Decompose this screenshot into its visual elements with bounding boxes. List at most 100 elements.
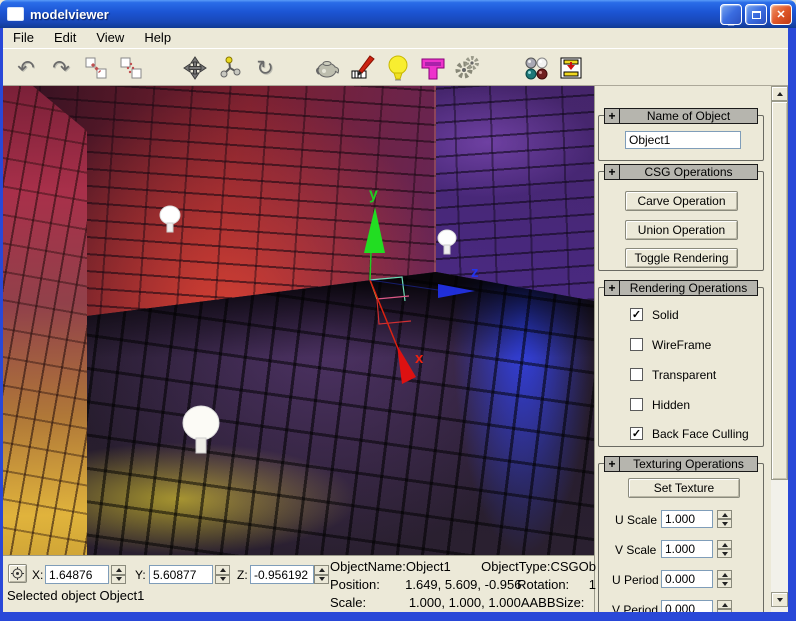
- z-coord-input[interactable]: [250, 565, 314, 584]
- expander-button[interactable]: +: [605, 457, 620, 471]
- light-marker-icon[interactable]: [157, 204, 183, 238]
- spin-down-button[interactable]: [717, 519, 732, 528]
- close-button[interactable]: ✕: [770, 4, 792, 25]
- spin-down-button[interactable]: [111, 575, 126, 585]
- spin-down-button[interactable]: [314, 575, 329, 585]
- checkbox-wireframe[interactable]: ✓: [630, 338, 643, 351]
- x-coord-spinner: [111, 565, 126, 584]
- selection-status-text: Selected object Object1: [7, 588, 144, 603]
- checkbox-transparent[interactable]: ✓: [630, 368, 643, 381]
- gears-button[interactable]: [453, 53, 483, 83]
- checkbox-label: WireFrame: [652, 338, 711, 352]
- paintbrush-button[interactable]: [348, 53, 378, 83]
- section-header: + Texturing Operations: [604, 456, 758, 472]
- texture-tool-button[interactable]: [418, 53, 448, 83]
- expander-button[interactable]: +: [605, 109, 620, 123]
- section-title: CSG Operations: [620, 165, 757, 179]
- redo-button[interactable]: ↷: [46, 53, 76, 83]
- section-title: Rendering Operations: [620, 281, 757, 295]
- spin-up-button[interactable]: [314, 565, 329, 575]
- panel-scrollbar[interactable]: [771, 86, 788, 612]
- section-name-of-object: + Name of Object: [598, 115, 764, 161]
- undo-button[interactable]: ↶: [11, 53, 41, 83]
- app-window: modelviewer _ ✕ File Edit View Help ↶ ↷: [0, 0, 796, 621]
- render-target-button[interactable]: [556, 53, 586, 83]
- checkbox-solid[interactable]: ✓: [630, 308, 643, 321]
- checkbox-label: Solid: [652, 308, 679, 322]
- scrollbar-thumb[interactable]: [771, 101, 788, 480]
- toggle-rendering-button[interactable]: Toggle Rendering: [625, 248, 738, 268]
- x-coord-input[interactable]: [45, 565, 109, 584]
- x-coord-label: X:: [32, 568, 43, 582]
- u-scale-input[interactable]: [661, 510, 713, 528]
- union-operation-button[interactable]: Union Operation: [625, 220, 738, 240]
- object-name-input[interactable]: [625, 131, 741, 149]
- expander-button[interactable]: +: [605, 281, 620, 295]
- toolbar: ↶ ↷: [3, 48, 793, 86]
- y-coord-label: Y:: [135, 568, 146, 582]
- spin-up-button[interactable]: [717, 600, 732, 609]
- rotate-icon: ↻: [256, 58, 274, 79]
- checkbox-label: Hidden: [652, 398, 690, 412]
- unlink-button[interactable]: [116, 53, 146, 83]
- spin-up-button[interactable]: [111, 565, 126, 575]
- v-period-input[interactable]: [661, 600, 713, 612]
- axis-node-button[interactable]: [215, 53, 245, 83]
- y-coord-input[interactable]: [149, 565, 213, 584]
- v-scale-spinner: [717, 540, 732, 558]
- y-coord-spinner: [215, 565, 230, 584]
- light-marker-icon[interactable]: [179, 404, 223, 460]
- link-button[interactable]: [81, 53, 111, 83]
- u-period-input[interactable]: [661, 570, 713, 588]
- app-icon: [7, 7, 24, 21]
- z-axis-arrow: [438, 284, 475, 298]
- z-axis-label: z: [471, 264, 479, 281]
- info-value: Object1: [406, 558, 481, 576]
- properties-panel: + Name of Object + CSG Operations Carve …: [594, 86, 770, 612]
- spin-up-button[interactable]: [215, 565, 230, 575]
- move-button[interactable]: [180, 53, 210, 83]
- scroll-down-button[interactable]: [771, 592, 788, 607]
- snap-origin-button[interactable]: [8, 564, 27, 583]
- spin-up-button[interactable]: [717, 510, 732, 519]
- scroll-up-button[interactable]: [771, 86, 788, 101]
- section-header: + Rendering Operations: [604, 280, 758, 296]
- expander-button[interactable]: +: [605, 165, 620, 179]
- x-axis-arrow: [397, 345, 416, 384]
- info-value: 1.649, 5.609, -0.956: [405, 576, 517, 594]
- spin-down-button[interactable]: [717, 549, 732, 558]
- titlebar[interactable]: modelviewer _ ✕: [0, 0, 796, 28]
- spin-down-button[interactable]: [215, 575, 230, 585]
- axis-node-icon: [218, 56, 242, 80]
- minimize-button[interactable]: _: [720, 4, 742, 25]
- material-balls-button[interactable]: [521, 53, 551, 83]
- v-scale-input[interactable]: [661, 540, 713, 558]
- checkbox-hidden[interactable]: ✓: [630, 398, 643, 411]
- section-csg-operations: + CSG Operations Carve Operation Union O…: [598, 171, 764, 271]
- maximize-button[interactable]: [745, 4, 767, 25]
- menu-file[interactable]: File: [3, 28, 44, 48]
- spin-up-button[interactable]: [717, 570, 732, 579]
- carve-operation-button[interactable]: Carve Operation: [625, 191, 738, 211]
- menu-help[interactable]: Help: [134, 28, 181, 48]
- menu-edit[interactable]: Edit: [44, 28, 86, 48]
- gears-icon: [455, 55, 481, 81]
- checkbox-back-face-culling[interactable]: ✓: [630, 427, 643, 440]
- info-label: AABBSize:: [521, 594, 596, 612]
- unlink-icon: [119, 56, 143, 80]
- 3d-viewport[interactable]: y x z: [3, 86, 594, 555]
- spin-up-button[interactable]: [717, 540, 732, 549]
- info-value: CSGOb: [550, 558, 596, 576]
- lightbulb-button[interactable]: [383, 53, 413, 83]
- rotate-button[interactable]: ↻: [250, 53, 280, 83]
- set-texture-button[interactable]: Set Texture: [628, 478, 740, 498]
- section-title: Name of Object: [620, 109, 757, 123]
- menu-view[interactable]: View: [86, 28, 134, 48]
- spin-down-button[interactable]: [717, 579, 732, 588]
- teapot-button[interactable]: [313, 53, 343, 83]
- undo-icon: ↶: [17, 58, 35, 79]
- window-border: [0, 28, 3, 612]
- v-period-spinner: [717, 600, 732, 612]
- axis-gizmo[interactable]: y x z: [333, 181, 503, 411]
- v-period-label: V Period: [612, 603, 658, 612]
